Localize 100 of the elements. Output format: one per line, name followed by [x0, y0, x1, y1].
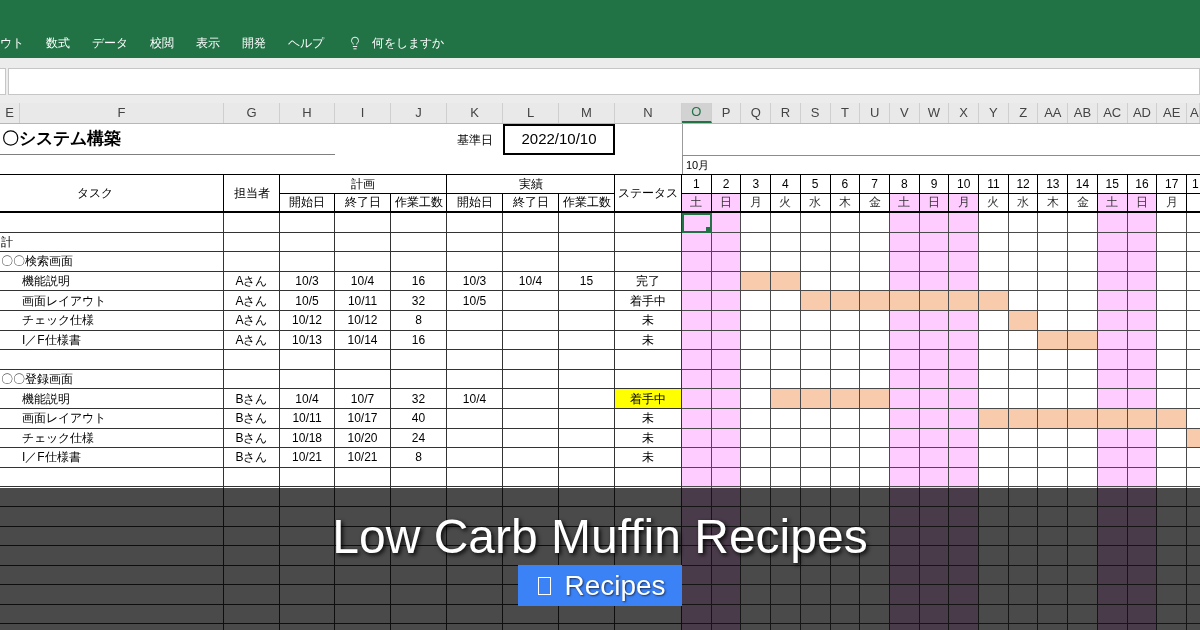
empty-cell	[559, 467, 615, 488]
lightbulb-icon	[348, 34, 362, 52]
table-cell: 10/7	[335, 389, 391, 409]
header-cell: 作業工数	[559, 193, 615, 213]
column-header[interactable]: W	[919, 103, 950, 123]
table-cell: 10/21	[335, 448, 391, 468]
column-header[interactable]: E	[0, 103, 20, 123]
table-cell: Aさん	[224, 291, 280, 311]
column-header[interactable]: S	[800, 103, 831, 123]
column-header[interactable]: R	[771, 103, 801, 123]
task-cell: チェック仕様	[0, 428, 224, 449]
ribbon-tab[interactable]: 数式	[46, 37, 70, 49]
status-cell: 未	[615, 408, 682, 429]
formula-input[interactable]	[8, 68, 1200, 95]
empty-cell	[503, 232, 559, 253]
weekday-cell: 月	[741, 193, 772, 213]
column-header[interactable]: V	[889, 103, 920, 123]
table-cell: Aさん	[224, 271, 280, 292]
ribbon-tab[interactable]: ヘルプ	[288, 37, 324, 49]
base-date-label: 基準日	[457, 131, 493, 149]
table-cell: 10/13	[280, 330, 335, 351]
table-cell: 10/21	[280, 448, 335, 468]
empty-cell	[224, 467, 280, 488]
table-cell: Bさん	[224, 389, 280, 409]
header-cell: 終了日	[335, 193, 391, 213]
task-cell: 機能説明	[0, 271, 224, 292]
task-cell: I／F仕様書	[0, 330, 224, 351]
ribbon-tab[interactable]: 校閲	[150, 37, 174, 49]
day-number-cell: 15	[1097, 174, 1128, 194]
table-cell: 10/12	[280, 310, 335, 331]
table-cell: 24	[391, 428, 447, 449]
day-number-cell: 2	[711, 174, 742, 194]
header-cell: 開始日	[447, 193, 503, 213]
empty-cell	[224, 252, 280, 272]
base-date-cell: 2022/10/10	[503, 124, 615, 155]
empty-cell	[335, 350, 391, 370]
task-cell: I／F仕様書	[0, 448, 224, 468]
tell-me-search[interactable]: 何をしますか	[348, 34, 444, 52]
column-header[interactable]: AB	[1068, 103, 1098, 123]
empty-cell	[503, 428, 559, 449]
table-cell: 10/4	[503, 271, 559, 292]
column-header[interactable]: I	[335, 103, 391, 123]
empty-cell	[391, 369, 447, 390]
column-header[interactable]: Y	[979, 103, 1009, 123]
column-header[interactable]: F	[20, 103, 224, 123]
column-header[interactable]: AA	[1038, 103, 1069, 123]
header-cell: 終了日	[503, 193, 559, 213]
weekday-cell: 火	[979, 193, 1009, 213]
header-cell: 実績	[447, 174, 615, 194]
empty-cell	[447, 408, 503, 429]
column-header[interactable]: Z	[1008, 103, 1039, 123]
empty-cell	[335, 252, 391, 272]
table-cell: 10/18	[280, 428, 335, 449]
column-header[interactable]: L	[503, 103, 559, 123]
day-number-cell: 1	[1187, 174, 1200, 194]
column-header[interactable]: AE	[1157, 103, 1187, 123]
status-cell: 着手中	[615, 291, 682, 311]
empty-cell	[335, 467, 391, 488]
column-header[interactable]: P	[711, 103, 742, 123]
section-cell: 〇〇検索画面	[0, 252, 224, 272]
column-header[interactable]: M	[559, 103, 615, 123]
empty-cell	[503, 467, 559, 488]
table-cell: 16	[391, 330, 447, 351]
ribbon-tab[interactable]: データ	[92, 37, 128, 49]
empty-cell	[447, 232, 503, 253]
column-header[interactable]: T	[830, 103, 861, 123]
table-cell: 10/4	[280, 389, 335, 409]
column-header[interactable]: U	[860, 103, 890, 123]
name-box[interactable]	[0, 68, 6, 95]
empty-cell	[503, 389, 559, 409]
table-cell: 40	[391, 408, 447, 429]
column-header[interactable]: AC	[1097, 103, 1128, 123]
column-header[interactable]: K	[447, 103, 503, 123]
column-header[interactable]: X	[949, 103, 980, 123]
weekday-cell: 月	[1157, 193, 1187, 213]
status-cell: 未	[615, 310, 682, 331]
empty-cell	[224, 213, 280, 233]
column-header[interactable]: J	[391, 103, 447, 123]
selected-cell[interactable]	[682, 213, 712, 233]
column-header[interactable]: A	[1187, 103, 1200, 123]
empty-cell	[559, 213, 615, 233]
column-header[interactable]: Q	[741, 103, 772, 123]
ribbon-tab[interactable]: 開発	[242, 37, 266, 49]
section-cell: 計	[0, 232, 224, 253]
empty-cell	[503, 369, 559, 390]
ribbon-tab[interactable]: ウト	[0, 37, 24, 49]
task-cell: 画面レイアウト	[0, 291, 224, 311]
empty-cell	[559, 350, 615, 370]
day-number-cell: 9	[919, 174, 950, 194]
ribbon-tab[interactable]: 表示	[196, 37, 220, 49]
empty-cell	[503, 330, 559, 351]
empty-cell	[447, 330, 503, 351]
column-header[interactable]: AD	[1127, 103, 1158, 123]
day-number-cell: 5	[800, 174, 831, 194]
column-header[interactable]: G	[224, 103, 280, 123]
weekday-cell: 金	[860, 193, 890, 213]
table-cell: 10/17	[335, 408, 391, 429]
column-header[interactable]: O	[682, 103, 712, 123]
column-header[interactable]: H	[280, 103, 335, 123]
section-cell: 〇〇登録画面	[0, 369, 224, 390]
